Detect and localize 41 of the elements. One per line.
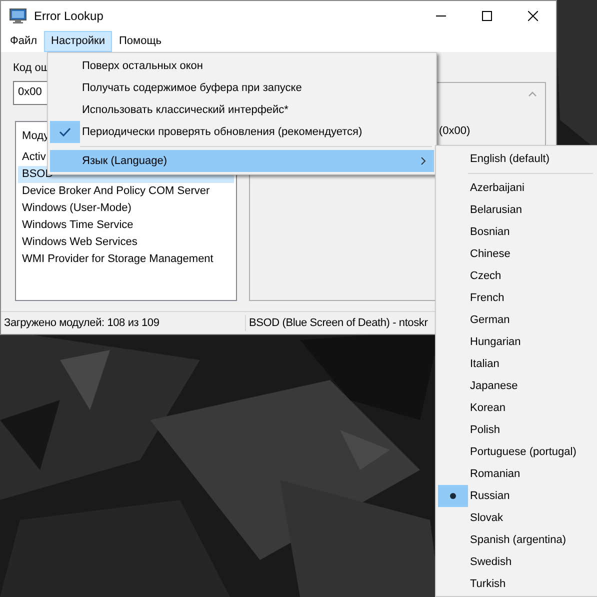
menu-item[interactable]: German bbox=[438, 309, 595, 331]
list-item[interactable]: WMI Provider for Storage Management bbox=[18, 250, 234, 268]
list-item[interactable]: Device Broker And Policy COM Server bbox=[18, 182, 234, 200]
menu-item[interactable]: Romanian bbox=[438, 463, 595, 485]
menu-item[interactable]: Japanese bbox=[438, 375, 595, 397]
menu-item[interactable]: Поверх остальных окон bbox=[50, 55, 434, 77]
menu-item[interactable]: Получать содержимое буфера при запуске bbox=[50, 77, 434, 99]
window-title: Error Lookup bbox=[34, 8, 104, 25]
details-text: (0x00) bbox=[439, 124, 470, 139]
menu-item[interactable]: Язык (Language) bbox=[50, 150, 434, 172]
menu-item[interactable]: Turkish bbox=[438, 573, 595, 595]
menu-item[interactable]: Swedish bbox=[438, 551, 595, 573]
menu-item[interactable]: Azerbaijani bbox=[438, 177, 595, 199]
menu-item[interactable]: English (default) bbox=[438, 148, 595, 170]
menu-item[interactable]: Использовать классический интерфейс* bbox=[50, 99, 434, 121]
menu-item[interactable]: French bbox=[438, 287, 595, 309]
list-item[interactable]: Windows Time Service bbox=[18, 216, 234, 234]
menu-item[interactable]: Chinese bbox=[438, 243, 595, 265]
menu-item[interactable]: Файл bbox=[3, 31, 44, 52]
menu-item[interactable]: Настройки bbox=[44, 31, 112, 52]
menu-item[interactable]: Hungarian bbox=[438, 331, 595, 353]
app-icon bbox=[9, 8, 27, 24]
menu-item[interactable]: Spanish (argentina) bbox=[438, 529, 595, 551]
status-text: BSOD (Blue Screen of Death) - ntoskr bbox=[248, 316, 429, 331]
menu-item[interactable]: Portuguese (portugal) bbox=[438, 441, 595, 463]
menu-item[interactable]: Slovak bbox=[438, 507, 595, 529]
menu-item[interactable]: Korean bbox=[438, 397, 595, 419]
menu-item[interactable]: Периодически проверять обновления (рекомендуется) bbox=[50, 121, 434, 143]
menu-item[interactable]: Polish bbox=[438, 419, 595, 441]
list-item[interactable]: Windows (User-Mode) bbox=[18, 200, 234, 216]
menu-item[interactable]: Bosnian bbox=[438, 221, 595, 243]
menu-item[interactable]: Russian bbox=[438, 485, 595, 507]
close-icon[interactable] bbox=[528, 11, 538, 21]
menu-item[interactable]: Помощь bbox=[112, 31, 168, 52]
menu-item[interactable]: Czech bbox=[438, 265, 595, 287]
menu-item[interactable]: Belarusian bbox=[438, 199, 595, 221]
minimize-icon[interactable] bbox=[436, 15, 446, 17]
status-text: Загружено модулей: 108 из 109 bbox=[1, 314, 246, 332]
list-item[interactable]: Windows Web Services bbox=[18, 234, 234, 250]
maximize-icon[interactable] bbox=[482, 11, 492, 21]
menu-item[interactable]: Italian bbox=[438, 353, 595, 375]
